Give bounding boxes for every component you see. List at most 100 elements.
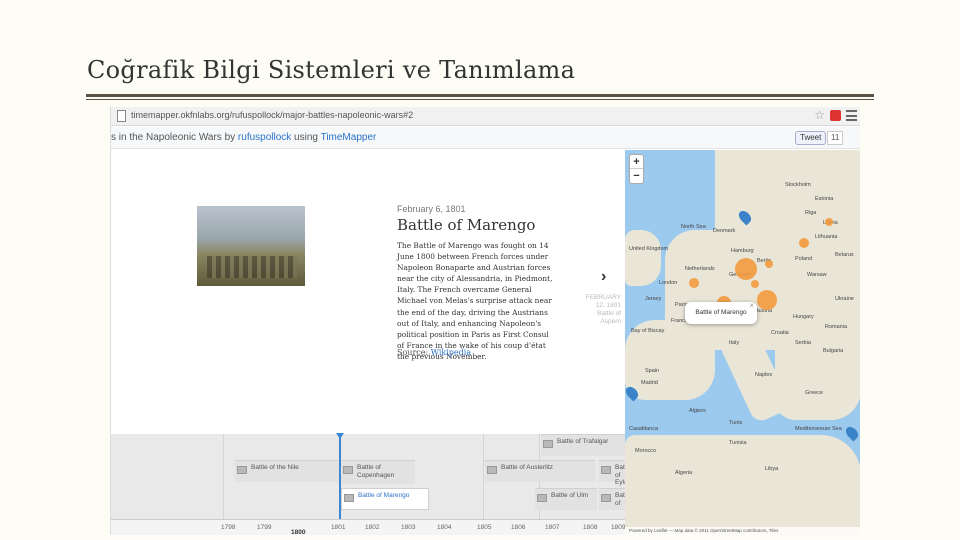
battle-painting: [197, 206, 305, 286]
timeline-item[interactable]: Battle of Trafalgar: [541, 434, 625, 456]
map-label: Poland: [795, 256, 813, 262]
year-label-major: 1800: [291, 529, 306, 535]
event-date: February 6, 1801: [397, 204, 466, 214]
tweet-count: 11: [827, 131, 844, 145]
map-label: Algiers: [689, 408, 706, 414]
map-label: Spain: [645, 368, 660, 374]
map-popup[interactable]: Battle of Marengo ×: [685, 301, 757, 324]
land-north-africa: [625, 435, 860, 535]
year-label: 1807: [545, 524, 560, 531]
url-bar[interactable]: timemapper.okfnlabs.org/rufuspollock/maj…: [111, 107, 860, 126]
year-label: 1803: [401, 524, 416, 531]
map-label: Lithuania: [815, 234, 838, 240]
timeline-item-active[interactable]: Battle of Marengo: [341, 488, 429, 510]
battle-marker[interactable]: [799, 238, 809, 248]
map-label: Madrid: [641, 380, 658, 386]
timeline-item-label: Battle of Trafalgar: [557, 438, 609, 445]
event-source: Source: Wikipedia: [397, 348, 471, 357]
browser-screenshot: timemapper.okfnlabs.org/rufuspollock/maj…: [110, 107, 860, 535]
battle-marker[interactable]: [751, 280, 759, 288]
map-label: Hungary: [793, 314, 814, 320]
tweet-button[interactable]: Tweet: [795, 131, 827, 145]
next-arrow-icon[interactable]: ›: [601, 268, 606, 286]
source-label: Source:: [397, 348, 431, 357]
map-label: Denmark: [713, 228, 736, 234]
map-label: Casablanca: [629, 426, 659, 432]
map-label: Croatia: [771, 330, 789, 336]
timeline-item[interactable]: Battle of Ulm: [535, 488, 597, 510]
map-popup-label: Battle of Marengo: [695, 309, 747, 316]
map-label: Warsaw: [807, 272, 827, 278]
year-label: 1801: [331, 524, 346, 531]
timeline-item[interactable]: Battle of Copenhagen: [341, 460, 415, 484]
image-icon: [487, 466, 497, 474]
map-label: Belarus: [835, 252, 854, 258]
menu-icon[interactable]: [846, 110, 857, 121]
year-label: 1802: [365, 524, 380, 531]
map-label: Morocco: [635, 448, 657, 454]
zoom-control[interactable]: + −: [629, 154, 644, 184]
location-pin-icon[interactable]: [843, 424, 860, 442]
zoom-in-button[interactable]: +: [630, 155, 643, 169]
header-using: using: [291, 132, 321, 143]
extension-icon[interactable]: [830, 110, 841, 121]
timeline-gridline: [223, 434, 224, 521]
image-icon: [537, 494, 547, 502]
map-label: Hamburg: [731, 248, 754, 254]
map-label: Italy: [729, 340, 740, 346]
image-icon: [543, 440, 553, 448]
page-icon: [117, 110, 126, 122]
close-icon[interactable]: ×: [749, 295, 754, 317]
map-label: Ukraine: [835, 296, 854, 302]
timeline-item[interactable]: Battle of the Nile: [235, 460, 339, 482]
timeline-item[interactable]: Battle of Eylau: [599, 460, 632, 486]
year-label: 1808: [583, 524, 598, 531]
map-label: Estonia: [815, 196, 834, 202]
app-header-text: s in the Napoleonic Wars by rufuspollock…: [111, 132, 376, 143]
battle-marker[interactable]: [825, 218, 833, 226]
battle-marker[interactable]: [735, 258, 757, 280]
map-label: Stockholm: [785, 182, 811, 188]
battle-marker[interactable]: [757, 290, 777, 310]
story-panel: February 6, 1801 Battle of Marengo The B…: [111, 150, 625, 434]
timeline-gridline: [483, 434, 484, 521]
timeline-item[interactable]: Battle of Austerlitz: [485, 460, 595, 482]
timeline-axis: 1798 1799 1801 1802 1803 1804 1805 1806 …: [111, 519, 625, 535]
year-label: 1799: [257, 524, 272, 531]
timeline-item-label: Battle of Ulm: [551, 492, 589, 499]
image-icon: [343, 466, 353, 474]
star-icon[interactable]: ☆: [814, 108, 825, 122]
timeline-item-label: Battle of Marengo: [358, 492, 410, 499]
map-label: Naples: [755, 372, 773, 378]
source-link[interactable]: Wikipedia: [431, 348, 471, 357]
map-label: Algeria: [675, 470, 693, 476]
timeline-current-marker[interactable]: [339, 434, 341, 526]
map-label: Netherlands: [685, 266, 715, 272]
map-label: Romania: [825, 324, 848, 330]
author-link[interactable]: rufuspollock: [238, 132, 291, 143]
next-event-date: FEBRUARY 12, 1801: [585, 294, 621, 309]
map-label: Tunis: [729, 420, 743, 426]
map-label: Tunisia: [729, 440, 747, 446]
url-text[interactable]: timemapper.okfnlabs.org/rufuspollock/maj…: [131, 110, 413, 120]
timeline[interactable]: Battle of Trafalgar Battle of the Nile B…: [111, 434, 632, 535]
battle-marker[interactable]: [689, 278, 699, 288]
map-label: Jersey: [645, 296, 662, 302]
year-label: 1805: [477, 524, 492, 531]
zoom-out-button[interactable]: −: [630, 169, 643, 183]
event-title: Battle of Marengo: [397, 216, 536, 234]
timeline-item[interactable]: Battle of: [599, 488, 632, 510]
image-icon: [601, 494, 611, 502]
next-event-preview[interactable]: FEBRUARY 12, 1801 Battle of Aspern: [577, 294, 621, 326]
app-link[interactable]: TimeMapper: [321, 132, 377, 143]
battle-marker[interactable]: [765, 260, 773, 268]
map-label: Bay of Biscay: [631, 328, 665, 334]
map-panel[interactable]: +− Stockholm Estonia Riga Latvia Lithuan…: [625, 150, 860, 535]
year-label: 1809: [611, 524, 626, 531]
map-label: Bulgaria: [823, 348, 844, 354]
year-label: 1798: [221, 524, 236, 531]
app-header: s in the Napoleonic Wars by rufuspollock…: [111, 127, 860, 149]
image-icon: [344, 494, 354, 502]
timeline-item-label: Battle of the Nile: [251, 464, 299, 471]
slide-title: Coğrafik Bilgi Sistemleri ve Tanımlama: [87, 56, 576, 84]
